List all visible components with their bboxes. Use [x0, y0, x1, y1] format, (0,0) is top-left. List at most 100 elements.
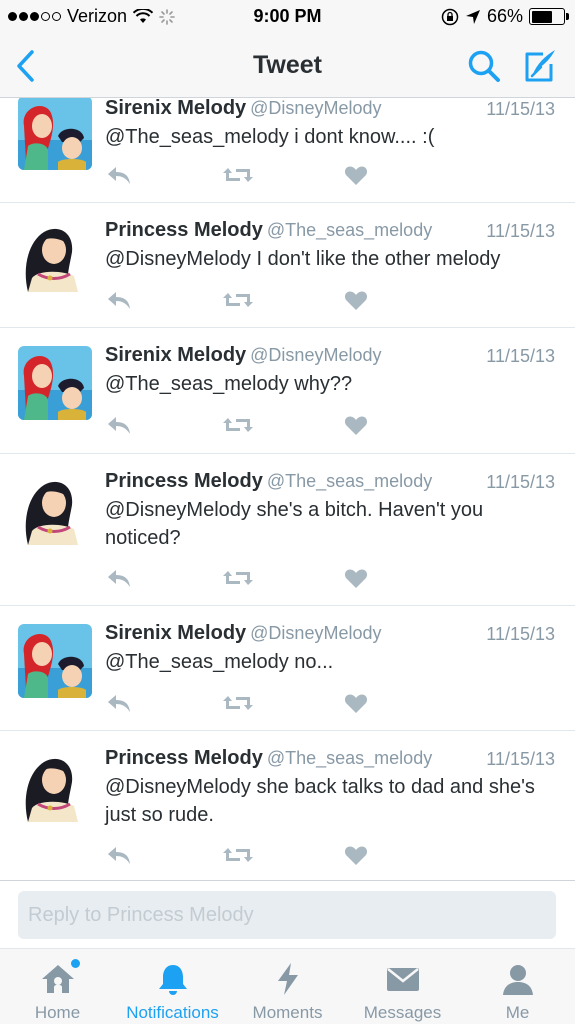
tab-label: Notifications [126, 1003, 219, 1022]
tweet-author[interactable]: Princess Melody @The_seas_melody [105, 747, 432, 770]
display-name: Princess Melody [105, 219, 263, 241]
retweet-icon [223, 293, 253, 307]
retweet-button[interactable] [221, 412, 255, 438]
melody-avatar-image [18, 218, 92, 292]
tweet-row[interactable]: Princess Melody @The_seas_melody 11/15/13… [0, 454, 575, 606]
rotation-lock-icon [441, 8, 459, 25]
tweet-author[interactable]: Princess Melody @The_seas_melody [105, 470, 432, 493]
heart-icon [344, 166, 368, 185]
avatar[interactable] [18, 98, 92, 170]
display-name: Sirenix Melody [105, 98, 247, 119]
display-name: Princess Melody [105, 470, 263, 492]
display-name: Sirenix Melody [105, 344, 247, 366]
tweet-text: @DisneyMelody I don't like the other mel… [105, 248, 501, 270]
tweet-timestamp: 11/15/13 [486, 221, 555, 241]
retweet-button[interactable] [221, 690, 255, 716]
avatar[interactable] [18, 471, 92, 545]
reply-icon [108, 570, 130, 587]
reply-button[interactable] [105, 565, 133, 591]
tweet-timestamp: 11/15/13 [486, 472, 555, 492]
ariel-and-eric-avatar-image [18, 624, 92, 698]
tweet-text: @The_seas_melody no... [105, 651, 334, 673]
tweet-author[interactable]: Sirenix Melody @DisneyMelody [105, 344, 381, 367]
tab-moments[interactable]: Moments [230, 949, 345, 1024]
retweet-button[interactable] [221, 565, 255, 591]
reply-button[interactable] [105, 690, 133, 716]
like-button[interactable] [343, 162, 369, 188]
user-handle: @DisneyMelody [250, 623, 382, 643]
status-bar: Verizon 9:00 PM 66% [0, 0, 575, 34]
tweet-author[interactable]: Sirenix Melody @DisneyMelody [105, 622, 381, 645]
envelope-icon [385, 961, 421, 997]
tab-bar: Home Notifications Moments Messages Me [0, 948, 575, 1024]
tab-notifications[interactable]: Notifications [115, 949, 230, 1024]
tweet-actions [105, 690, 385, 716]
tab-messages[interactable]: Messages [345, 949, 460, 1024]
conversation-timeline[interactable]: Sirenix Melody @DisneyMelody 11/15/13 @Th… [0, 98, 575, 880]
like-button[interactable] [343, 287, 369, 313]
battery-icon [529, 8, 569, 25]
tweet-row[interactable]: Sirenix Melody @DisneyMelody 11/15/13 @Th… [0, 328, 575, 454]
avatar[interactable] [18, 218, 92, 292]
reply-button[interactable] [105, 287, 133, 313]
like-button[interactable] [343, 412, 369, 438]
tweet-actions [105, 287, 385, 313]
bell-icon [155, 961, 191, 997]
tweet-text: @The_seas_melody i dont know.... :( [105, 126, 435, 148]
search-button[interactable] [465, 47, 505, 87]
heart-icon [344, 416, 368, 435]
tweet-row[interactable]: Sirenix Melody @DisneyMelody 11/15/13 @Th… [0, 98, 575, 203]
chevron-left-icon [17, 50, 34, 82]
status-right: 66% [441, 6, 569, 27]
like-button[interactable] [343, 565, 369, 591]
tweet-row[interactable]: Princess Melody @The_seas_melody 11/15/13… [0, 203, 575, 328]
tab-home[interactable]: Home [0, 949, 115, 1024]
reply-bar [0, 880, 575, 948]
ariel-and-eric-avatar-image [18, 346, 92, 420]
user-handle: @The_seas_melody [266, 748, 433, 768]
location-arrow-icon [465, 9, 480, 24]
reply-button[interactable] [105, 842, 133, 868]
tweet-author[interactable]: Princess Melody @The_seas_melody [105, 219, 432, 242]
avatar[interactable] [18, 346, 92, 420]
retweet-icon [223, 168, 253, 182]
tab-me[interactable]: Me [460, 949, 575, 1024]
retweet-icon [223, 571, 253, 585]
reply-button[interactable] [105, 412, 133, 438]
tweet-row[interactable]: Sirenix Melody @DisneyMelody 11/15/13 @Th… [0, 606, 575, 731]
person-icon [500, 961, 536, 997]
tweet-row[interactable]: Princess Melody @The_seas_melody 11/15/13… [0, 731, 575, 880]
tweet-timestamp: 11/15/13 [486, 749, 555, 769]
like-button[interactable] [343, 690, 369, 716]
compose-icon [525, 50, 555, 82]
compose-tweet-button[interactable] [519, 46, 561, 86]
user-handle: @DisneyMelody [250, 345, 382, 365]
retweet-button[interactable] [221, 162, 255, 188]
back-button[interactable] [8, 46, 44, 86]
retweet-button[interactable] [221, 842, 255, 868]
tweet-actions [105, 842, 385, 868]
avatar[interactable] [18, 624, 92, 698]
tweet-text: @DisneyMelody she's a bitch. Haven't you… [105, 499, 484, 549]
retweet-icon [223, 696, 253, 710]
retweet-button[interactable] [221, 287, 255, 313]
heart-icon [344, 569, 368, 588]
reply-input[interactable] [18, 891, 556, 939]
tweet-timestamp: 11/15/13 [486, 99, 555, 119]
ariel-and-eric-avatar-image [18, 98, 92, 170]
melody-avatar-image [18, 471, 92, 545]
tweet-author[interactable]: Sirenix Melody @DisneyMelody [105, 98, 381, 120]
tab-label: Home [34, 1003, 81, 1022]
like-button[interactable] [343, 842, 369, 868]
navigation-bar: Tweet [0, 34, 575, 98]
heart-icon [344, 291, 368, 310]
avatar[interactable] [18, 748, 92, 822]
tweet-timestamp: 11/15/13 [486, 346, 555, 366]
tweet-actions [105, 162, 385, 188]
reply-icon [108, 167, 130, 184]
tweet-actions [105, 565, 385, 591]
retweet-icon [223, 848, 253, 862]
melody-avatar-image [18, 748, 92, 822]
reply-button[interactable] [105, 162, 133, 188]
display-name: Princess Melody [105, 747, 263, 769]
